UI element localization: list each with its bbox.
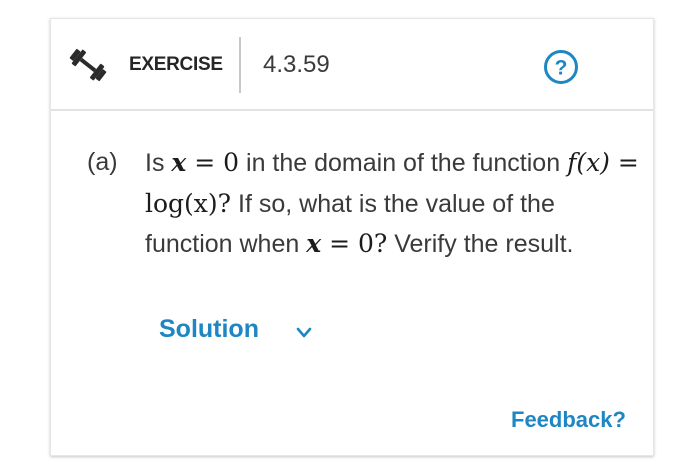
- dumbbell-icon: [69, 48, 107, 82]
- exercise-number: 4.3.59: [263, 51, 330, 78]
- feedback-link[interactable]: Feedback?: [511, 407, 626, 433]
- part-label: (a): [87, 148, 118, 176]
- math-x-2: x: [306, 229, 322, 258]
- header-divider: [239, 37, 241, 93]
- math-log-x: log(x)?: [145, 188, 232, 218]
- svg-text:?: ?: [555, 57, 568, 80]
- exercise-label: EXERCISE: [129, 54, 223, 75]
- solution-toggle-button[interactable]: Solution: [159, 315, 259, 344]
- problem-text-2: in the domain of the function: [239, 149, 568, 177]
- problem-text-4: Verify the result.: [387, 230, 574, 258]
- question-circle-icon[interactable]: ?: [543, 49, 579, 85]
- chevron-down-icon[interactable]: [296, 327, 312, 339]
- problem-text-1: Is: [145, 149, 172, 177]
- problem-text: Is x = 0 in the domain of the function f…: [145, 143, 645, 265]
- math-zero-1: 0: [223, 148, 240, 177]
- math-equals-2: =: [609, 148, 639, 177]
- math-f: f: [567, 148, 577, 177]
- math-equals-3: =: [321, 229, 358, 258]
- math-zero-2: 0?: [357, 229, 388, 258]
- exercise-header: EXERCISE 4.3.59 ?: [51, 19, 653, 111]
- math-paren-x: (x): [576, 148, 610, 177]
- exercise-card: EXERCISE 4.3.59 ? (a) Is x = 0 in the do…: [50, 18, 654, 456]
- math-x-1: x: [171, 148, 187, 177]
- math-equals-1: =: [186, 148, 224, 177]
